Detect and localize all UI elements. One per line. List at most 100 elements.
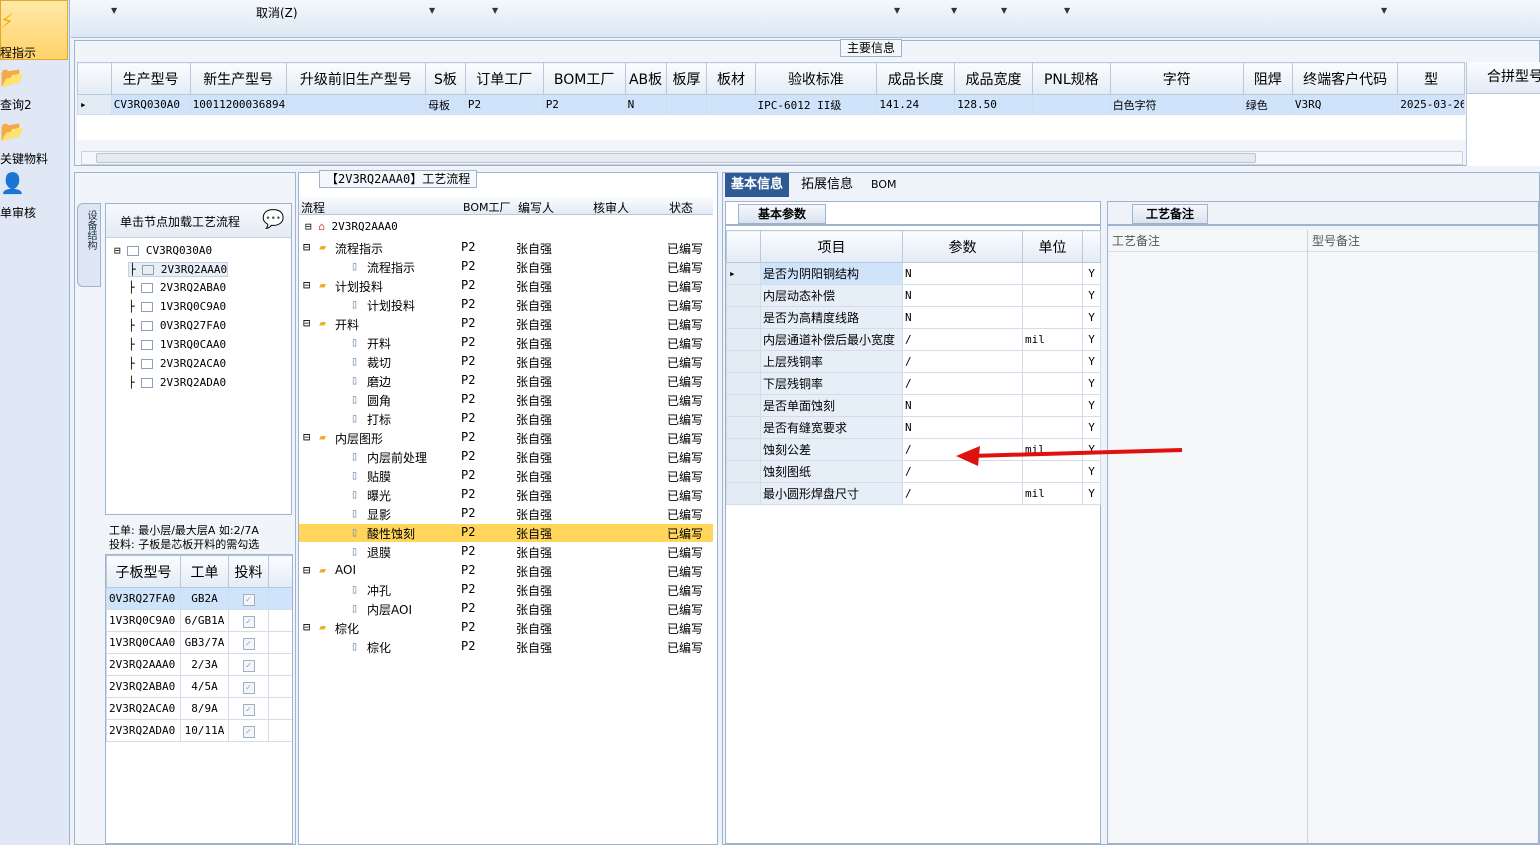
main-col-header[interactable]: 验收标准 xyxy=(754,62,878,95)
main-col-header[interactable]: 板厚 xyxy=(665,62,708,95)
table-row[interactable]: ▸ 是否为阴阳铜结构 N Y xyxy=(726,262,1101,285)
param-cell[interactable]: 蚀刻图纸 xyxy=(760,460,903,483)
row-indicator[interactable]: ▸ xyxy=(726,262,761,285)
row-indicator[interactable] xyxy=(726,416,761,439)
param-cell[interactable]: mil xyxy=(1022,482,1083,505)
param-cell[interactable]: Y xyxy=(1082,306,1101,329)
sub-cell[interactable]: 10/11A xyxy=(180,719,229,742)
param-cell[interactable]: Y xyxy=(1082,284,1101,307)
param-cell[interactable]: N xyxy=(902,262,1023,285)
sub-cell[interactable]: 2V3RQ2ABA0 xyxy=(106,675,181,698)
flow-row[interactable]: ⊟ ▰ 棕化 P2 张自强 已编写 xyxy=(299,619,713,637)
nav-item-audit[interactable]: 👤 单审核 xyxy=(0,172,70,222)
feed-checkbox[interactable]: ✓ xyxy=(228,609,269,632)
table-row[interactable]: 0V3RQ27FA0 GB2A ✓ xyxy=(106,587,292,610)
flow-row[interactable]: ▯ 显影 P2 张自强 已编写 xyxy=(299,505,713,523)
sub-cell[interactable]: 8/9A xyxy=(180,697,229,720)
flow-row[interactable]: ▯ 冲孔 P2 张自强 已编写 xyxy=(299,581,713,599)
row-indicator[interactable] xyxy=(726,328,761,351)
scrollbar-thumb[interactable] xyxy=(96,153,1256,163)
row-indicator[interactable] xyxy=(726,372,761,395)
sub-cell[interactable]: 2/3A xyxy=(180,653,229,676)
table-row[interactable]: 2V3RQ2ACA0 8/9A ✓ xyxy=(106,697,292,720)
sub-col-header[interactable]: 投料 xyxy=(228,555,269,588)
main-col-header[interactable]: AB板 xyxy=(624,62,667,95)
flow-row[interactable]: ⊟ ▰ 内层图形 P2 张自强 已编写 xyxy=(299,429,713,447)
table-row[interactable]: 1V3RQ0C9A0 6/GB1A ✓ xyxy=(106,609,292,632)
param-cell[interactable] xyxy=(1022,372,1083,395)
sub-col-header[interactable]: 子板型号 xyxy=(106,555,181,588)
param-cell[interactable]: 蚀刻公差 xyxy=(760,438,903,461)
horizontal-scrollbar[interactable] xyxy=(81,151,1463,165)
flow-row[interactable]: ▯ 打标 P2 张自强 已编写 xyxy=(299,410,713,428)
param-cell[interactable]: 上层残铜率 xyxy=(760,350,903,373)
main-cell[interactable]: P2 xyxy=(464,94,544,115)
expand-icon[interactable]: ⊟ xyxy=(303,278,310,292)
main-col-header[interactable]: PNL规格 xyxy=(1031,62,1111,95)
main-col-header[interactable]: 新生产型号 xyxy=(189,62,287,95)
param-cell[interactable]: 下层残铜率 xyxy=(760,372,903,395)
main-cell[interactable]: 绿色 xyxy=(1242,94,1293,115)
sub-cell[interactable]: 0V3RQ27FA0 xyxy=(106,587,181,610)
param-cell[interactable]: 是否单面蚀刻 xyxy=(760,394,903,417)
tree-node[interactable]: ├ 2V3RQ2ACA0 xyxy=(128,357,226,370)
feed-checkbox[interactable]: ✓ xyxy=(228,587,269,610)
param-cell[interactable] xyxy=(1022,306,1083,329)
flow-row[interactable]: ▯ 计划投料 P2 张自强 已编写 xyxy=(299,296,713,314)
feed-checkbox[interactable]: ✓ xyxy=(228,675,269,698)
main-col-header[interactable]: 成品长度 xyxy=(876,62,956,95)
main-col-header[interactable]: BOM工厂 xyxy=(542,62,626,95)
main-col-header[interactable]: 生产型号 xyxy=(110,62,191,95)
table-row[interactable]: 2V3RQ2AAA0 2/3A ✓ xyxy=(106,653,292,676)
table-row[interactable]: 是否单面蚀刻 N Y xyxy=(726,394,1101,417)
sub-cell[interactable]: 1V3RQ0CAA0 xyxy=(106,631,181,654)
param-cell[interactable]: / xyxy=(902,350,1023,373)
main-col-header[interactable]: 阻焊 xyxy=(1242,62,1293,95)
row-indicator[interactable] xyxy=(726,350,761,373)
param-cell[interactable]: N xyxy=(902,306,1023,329)
dropdown-arrow-icon[interactable]: ▼ xyxy=(492,6,498,15)
main-col-header[interactable]: 终端客户代码 xyxy=(1291,62,1399,95)
param-col-header[interactable]: 单位 xyxy=(1022,230,1083,263)
table-row[interactable]: 上层残铜率 / Y xyxy=(726,350,1101,373)
main-col-header[interactable]: 订单工厂 xyxy=(464,62,544,95)
flow-row[interactable]: ▯ 裁切 P2 张自强 已编写 xyxy=(299,353,713,371)
main-cell[interactable] xyxy=(665,94,708,115)
row-indicator[interactable] xyxy=(726,438,761,461)
param-cell[interactable]: Y xyxy=(1082,482,1101,505)
dropdown-arrow-icon[interactable]: ▼ xyxy=(111,6,117,15)
main-col-header[interactable]: 成品宽度 xyxy=(954,62,1033,95)
tree-node[interactable]: ├ 0V3RQ27FA0 xyxy=(128,319,226,332)
nav-item-process[interactable]: ⚡ 程指示 xyxy=(0,6,70,62)
nav-item-query[interactable]: 📂 查询2 xyxy=(0,66,70,112)
main-cell[interactable]: 141.24 xyxy=(876,94,956,115)
param-cell[interactable]: 是否为高精度线路 xyxy=(760,306,903,329)
sub-cell[interactable]: 1V3RQ0C9A0 xyxy=(106,609,181,632)
param-cell[interactable]: / xyxy=(902,328,1023,351)
flow-row[interactable]: ⊟ ▰ AOI P2 张自强 已编写 xyxy=(299,562,713,580)
param-cell[interactable] xyxy=(1022,350,1083,373)
flow-row[interactable]: ▯ 曝光 P2 张自强 已编写 xyxy=(299,486,713,504)
param-cell[interactable]: Y xyxy=(1082,350,1101,373)
param-cell[interactable]: N xyxy=(902,284,1023,307)
tree-node[interactable]: ├ 1V3RQ0CAA0 xyxy=(128,338,226,351)
param-cell[interactable]: 内层动态补偿 xyxy=(760,284,903,307)
tree-node[interactable]: ├ 2V3RQ2ADA0 xyxy=(128,376,226,389)
main-col-header[interactable]: 型 xyxy=(1397,62,1465,95)
expand-icon[interactable]: ⊟ xyxy=(303,563,310,577)
cancel-button[interactable]: 取消(Z) xyxy=(256,4,298,21)
dropdown-arrow-icon[interactable]: ▼ xyxy=(894,6,900,15)
flow-row[interactable]: ▯ 开料 P2 张自强 已编写 xyxy=(299,334,713,352)
model-remark-box[interactable]: 型号备注 xyxy=(1308,230,1538,843)
main-cell[interactable]: 母板 xyxy=(425,94,466,115)
row-indicator[interactable] xyxy=(726,460,761,483)
table-row[interactable]: 内层动态补偿 N Y xyxy=(726,284,1101,307)
sub-cell[interactable]: 2V3RQ2AAA0 xyxy=(106,653,181,676)
tree-node[interactable]: ├ 2V3RQ2ABA0 xyxy=(128,281,226,294)
feed-checkbox[interactable]: ✓ xyxy=(228,697,269,720)
main-col-header[interactable]: S板 xyxy=(425,62,466,95)
flow-row[interactable]: ▯ 圆角 P2 张自强 已编写 xyxy=(299,391,713,409)
flow-row[interactable]: ▯ 退膜 P2 张自强 已编写 xyxy=(299,543,713,561)
param-cell[interactable]: mil xyxy=(1022,328,1083,351)
param-cell[interactable]: Y xyxy=(1082,372,1101,395)
